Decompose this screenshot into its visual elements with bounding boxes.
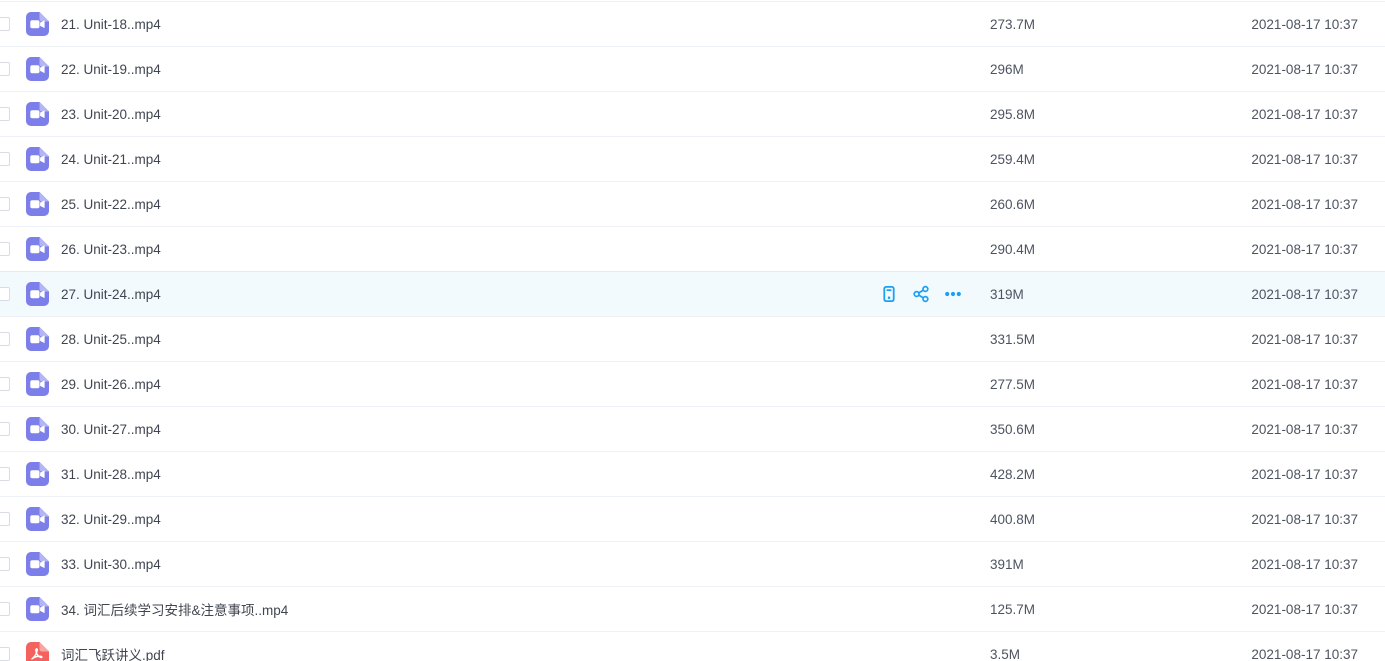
file-row[interactable]: 27. Unit-24..mp4: [0, 271, 1385, 317]
row-select-checkbox[interactable]: [0, 152, 10, 166]
send-to-phone-icon[interactable]: [880, 285, 898, 303]
file-name[interactable]: 28. Unit-25..mp4: [61, 332, 990, 347]
row-select-checkbox[interactable]: [0, 287, 10, 301]
file-date: 2021-08-17 10:37: [1250, 557, 1385, 572]
share-icon[interactable]: [912, 285, 930, 303]
file-date: 2021-08-17 10:37: [1250, 107, 1385, 122]
file-name[interactable]: 33. Unit-30..mp4: [61, 557, 990, 572]
file-date: 2021-08-17 10:37: [1250, 17, 1385, 32]
file-size: 296M: [990, 62, 1250, 77]
file-date: 2021-08-17 10:37: [1250, 242, 1385, 257]
video-file-icon: [26, 147, 49, 171]
file-row[interactable]: 32. Unit-29..mp4: [0, 496, 1385, 541]
file-name[interactable]: 27. Unit-24..mp4: [61, 287, 880, 302]
row-select-checkbox[interactable]: [0, 242, 10, 256]
video-file-icon: [26, 282, 49, 306]
file-date: 2021-08-17 10:37: [1250, 422, 1385, 437]
file-size: 125.7M: [990, 602, 1250, 617]
file-date: 2021-08-17 10:37: [1250, 647, 1385, 661]
file-name[interactable]: 32. Unit-29..mp4: [61, 512, 990, 527]
file-date: 2021-08-17 10:37: [1250, 512, 1385, 527]
file-row[interactable]: 22. Unit-19..mp4: [0, 46, 1385, 91]
file-name[interactable]: 26. Unit-23..mp4: [61, 242, 990, 257]
row-actions: [880, 285, 962, 303]
file-date: 2021-08-17 10:37: [1250, 377, 1385, 392]
video-file-icon: [26, 192, 49, 216]
file-row[interactable]: 21. Unit-18..mp4: [0, 1, 1385, 46]
file-size: 391M: [990, 557, 1250, 572]
row-select-checkbox[interactable]: [0, 377, 10, 391]
video-file-icon: [26, 597, 49, 621]
row-select-checkbox[interactable]: [0, 62, 10, 76]
row-select-checkbox[interactable]: [0, 512, 10, 526]
file-name[interactable]: 30. Unit-27..mp4: [61, 422, 990, 437]
file-row[interactable]: 24. Unit-21..mp4: [0, 136, 1385, 181]
file-name[interactable]: 词汇飞跃讲义.pdf: [61, 644, 990, 661]
file-size: 273.7M: [990, 17, 1250, 32]
row-select-checkbox[interactable]: [0, 467, 10, 481]
video-file-icon: [26, 237, 49, 261]
file-date: 2021-08-17 10:37: [1250, 467, 1385, 482]
file-date: 2021-08-17 10:37: [1250, 62, 1385, 77]
file-name[interactable]: 34. 词汇后续学习安排&注意事项..mp4: [61, 599, 990, 619]
file-size: 260.6M: [990, 197, 1250, 212]
file-name[interactable]: 24. Unit-21..mp4: [61, 152, 990, 167]
file-row[interactable]: 31. Unit-28..mp4: [0, 451, 1385, 496]
file-row[interactable]: 23. Unit-20..mp4: [0, 91, 1385, 136]
video-file-icon: [26, 102, 49, 126]
more-icon[interactable]: [944, 285, 962, 303]
row-select-checkbox[interactable]: [0, 557, 10, 571]
video-file-icon: [26, 507, 49, 531]
file-row[interactable]: 26. Unit-23..mp4: [0, 226, 1385, 271]
file-row[interactable]: 29. Unit-26..mp4: [0, 361, 1385, 406]
pdf-file-icon: [26, 642, 49, 661]
file-row[interactable]: 33. Unit-30..mp4: [0, 541, 1385, 586]
file-row[interactable]: 词汇飞跃讲义.pdf: [0, 631, 1385, 661]
row-select-checkbox[interactable]: [0, 647, 10, 661]
video-file-icon: [26, 417, 49, 441]
file-row[interactable]: 30. Unit-27..mp4: [0, 406, 1385, 451]
file-size: 400.8M: [990, 512, 1250, 527]
file-size: 277.5M: [990, 377, 1250, 392]
video-file-icon: [26, 12, 49, 36]
file-name[interactable]: 21. Unit-18..mp4: [61, 17, 990, 32]
file-name[interactable]: 29. Unit-26..mp4: [61, 377, 990, 392]
file-date: 2021-08-17 10:37: [1250, 152, 1385, 167]
row-select-checkbox[interactable]: [0, 602, 10, 616]
file-date: 2021-08-17 10:37: [1250, 287, 1385, 302]
video-file-icon: [26, 552, 49, 576]
file-name[interactable]: 23. Unit-20..mp4: [61, 107, 990, 122]
file-size: 3.5M: [990, 647, 1250, 661]
file-date: 2021-08-17 10:37: [1250, 197, 1385, 212]
row-select-checkbox[interactable]: [0, 197, 10, 211]
file-size: 259.4M: [990, 152, 1250, 167]
file-size: 319M: [990, 287, 1250, 302]
row-select-checkbox[interactable]: [0, 17, 10, 31]
video-file-icon: [26, 327, 49, 351]
file-date: 2021-08-17 10:37: [1250, 602, 1385, 617]
row-select-checkbox[interactable]: [0, 422, 10, 436]
row-select-checkbox[interactable]: [0, 107, 10, 121]
file-size: 295.8M: [990, 107, 1250, 122]
file-row[interactable]: 28. Unit-25..mp4: [0, 316, 1385, 361]
file-row[interactable]: 25. Unit-22..mp4: [0, 181, 1385, 226]
file-size: 350.6M: [990, 422, 1250, 437]
file-name[interactable]: 25. Unit-22..mp4: [61, 197, 990, 212]
file-size: 290.4M: [990, 242, 1250, 257]
file-name[interactable]: 22. Unit-19..mp4: [61, 62, 990, 77]
file-size: 428.2M: [990, 467, 1250, 482]
row-select-checkbox[interactable]: [0, 332, 10, 346]
video-file-icon: [26, 462, 49, 486]
file-name[interactable]: 31. Unit-28..mp4: [61, 467, 990, 482]
video-file-icon: [26, 57, 49, 81]
file-date: 2021-08-17 10:37: [1250, 332, 1385, 347]
file-list: 21. Unit-18..mp4: [0, 0, 1385, 661]
video-file-icon: [26, 372, 49, 396]
file-row[interactable]: 34. 词汇后续学习安排&注意事项..mp4: [0, 586, 1385, 631]
file-size: 331.5M: [990, 332, 1250, 347]
